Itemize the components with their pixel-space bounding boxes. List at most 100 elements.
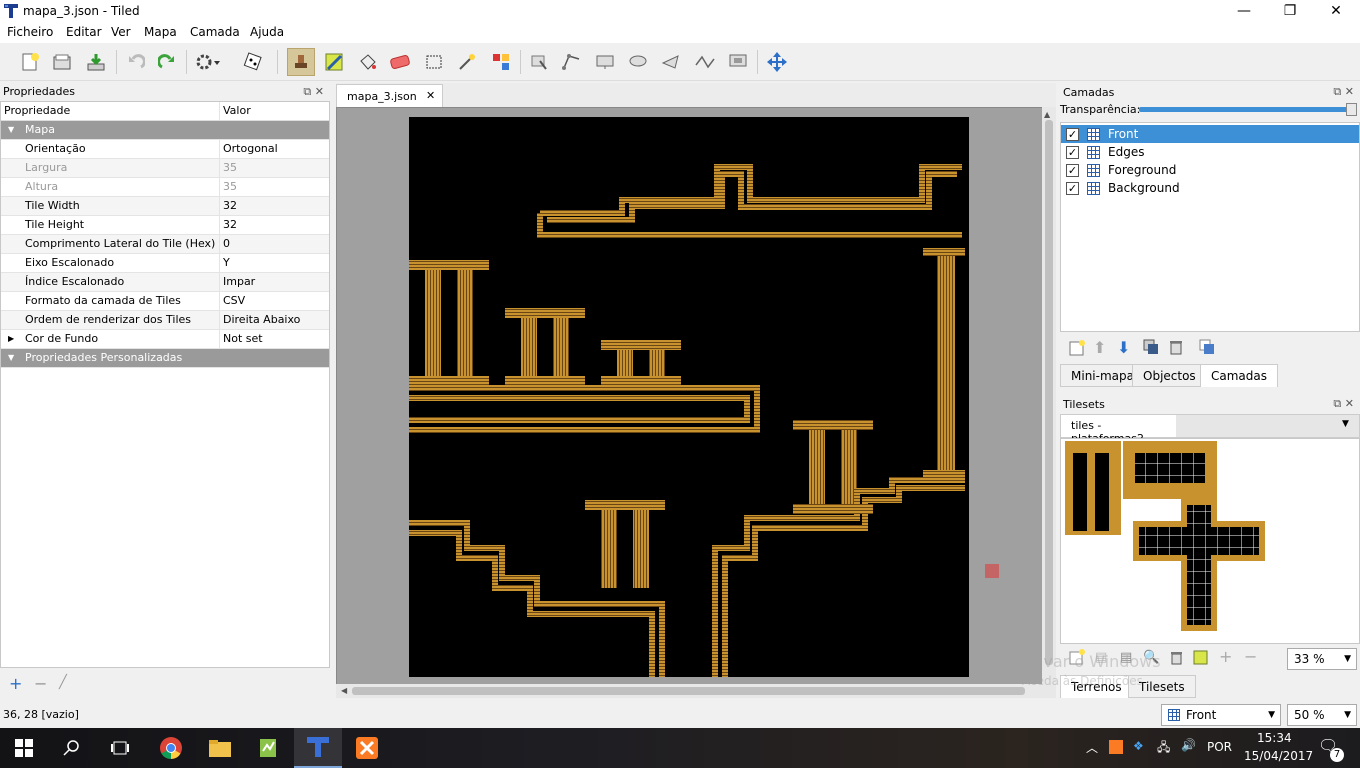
menu-ficheiro[interactable]: Ficheiro — [7, 25, 53, 39]
layer-row-background[interactable]: ✓ Background — [1061, 179, 1359, 197]
panel-float-close-icons[interactable]: ⧉ ✕ — [1333, 85, 1354, 99]
opacity-slider[interactable] — [1139, 107, 1351, 112]
random-icon[interactable] — [239, 48, 267, 76]
volume-icon[interactable]: 🔊 — [1181, 738, 1196, 752]
property-row[interactable]: Largura 35 — [1, 159, 329, 178]
layer-properties-icon[interactable] — [1199, 339, 1215, 358]
maximize-button[interactable]: ❐ — [1267, 0, 1313, 23]
language-indicator[interactable]: POR — [1207, 740, 1232, 754]
remove-tiles-icon[interactable]: − — [1244, 647, 1257, 666]
scroll-left-icon[interactable]: ◀ — [341, 686, 347, 695]
tileset-menu-arrow-icon[interactable]: ▼ — [1342, 419, 1349, 429]
clock-time[interactable]: 15:34 — [1257, 731, 1292, 745]
lower-layer-icon[interactable]: ⬇ — [1117, 338, 1130, 357]
layer-visibility-checkbox[interactable]: ✓ — [1066, 181, 1079, 195]
layer-row-front[interactable]: ✓ Front — [1061, 125, 1359, 143]
property-value[interactable]: Impar — [220, 273, 255, 291]
tab-mapa-3[interactable]: mapa_3.json ✕ — [336, 84, 443, 107]
tab-camadas[interactable]: Camadas — [1200, 364, 1278, 387]
tileset-zoom-select[interactable]: 33 % ▼ — [1287, 648, 1357, 670]
minimize-button[interactable]: — — [1221, 0, 1267, 23]
panel-float-close-icons[interactable]: ⧉ ✕ — [1333, 397, 1354, 411]
property-row[interactable]: Eixo Escalonado Y — [1, 254, 329, 273]
menu-camada[interactable]: Camada — [190, 25, 240, 39]
property-row[interactable]: Altura 35 — [1, 178, 329, 197]
property-row[interactable]: Formato da camada de Tiles CSV — [1, 292, 329, 311]
expand-arrow-icon[interactable]: ▶ — [8, 330, 14, 348]
opacity-slider-handle[interactable] — [1346, 103, 1357, 116]
property-value[interactable]: 32 — [220, 216, 237, 234]
chrome-icon[interactable] — [147, 728, 195, 768]
rename-property-icon[interactable]: ╱ — [59, 675, 67, 690]
eraser-icon[interactable] — [386, 48, 414, 76]
remove-property-icon[interactable]: − — [34, 674, 47, 693]
property-row[interactable]: ▶ Cor de Fundo Not set — [1, 330, 329, 349]
horizontal-scroll-thumb[interactable] — [352, 687, 1025, 695]
close-window-button[interactable]: ✕ — [1313, 0, 1359, 23]
column-property[interactable]: Propriedade — [1, 102, 220, 120]
property-value[interactable]: 0 — [220, 235, 230, 253]
collapse-arrow-icon[interactable]: ▼ — [8, 349, 14, 367]
property-row[interactable]: Tile Height 32 — [1, 216, 329, 235]
property-value[interactable]: 32 — [220, 197, 237, 215]
edit-polygons-icon[interactable] — [558, 48, 586, 76]
tray-expand-icon[interactable]: ︿ — [1086, 739, 1098, 756]
property-value[interactable]: Ortogonal — [220, 140, 278, 158]
property-row[interactable]: Ordem de renderizar dos Tiles Direita Aba… — [1, 311, 329, 330]
tray-xampp-icon[interactable] — [1109, 740, 1123, 754]
network-icon[interactable]: 🖧 — [1157, 738, 1170, 759]
insert-ellipse-icon[interactable] — [624, 48, 652, 76]
tray-dropbox-icon[interactable]: ❖ — [1133, 739, 1144, 753]
layer-row-foreground[interactable]: ✓ Foreground — [1061, 161, 1359, 179]
move-icon[interactable] — [763, 48, 791, 76]
terrain-brush-icon[interactable] — [320, 48, 348, 76]
property-row[interactable]: Comprimento Lateral do Tile (Hex) 0 — [1, 235, 329, 254]
insert-polyline-icon[interactable] — [691, 48, 719, 76]
insert-tile-icon[interactable] — [724, 48, 752, 76]
task-view-icon[interactable] — [96, 728, 144, 768]
property-value[interactable]: CSV — [220, 292, 245, 310]
xampp-icon[interactable] — [343, 728, 391, 768]
map-zoom-select[interactable]: 50 % ▼ — [1287, 704, 1357, 726]
tiled-taskbar-icon[interactable] — [294, 728, 342, 768]
new-layer-icon[interactable] — [1068, 339, 1086, 360]
property-row[interactable]: Índice Escalonado Impar — [1, 273, 329, 292]
tab-objectos[interactable]: Objectos — [1132, 364, 1207, 387]
stamp-brush-icon[interactable] — [287, 48, 315, 76]
layer-visibility-checkbox[interactable]: ✓ — [1066, 127, 1079, 141]
tab-tileset-plataformas2[interactable]: tiles - plataformas2 — [1061, 415, 1176, 445]
duplicate-layer-icon[interactable] — [1143, 339, 1159, 358]
select-objects-icon[interactable] — [526, 48, 554, 76]
menu-ajuda[interactable]: Ajuda — [250, 25, 284, 39]
column-value[interactable]: Valor — [220, 102, 251, 120]
close-tab-icon[interactable]: ✕ — [426, 89, 435, 102]
raise-layer-icon[interactable]: ⬆ — [1093, 338, 1106, 357]
add-tiles-icon[interactable]: + — [1219, 647, 1232, 666]
delete-layer-icon[interactable] — [1168, 339, 1184, 358]
insert-polygon-icon[interactable] — [657, 48, 685, 76]
menu-mapa[interactable]: Mapa — [144, 25, 177, 39]
menu-editar[interactable]: Editar — [66, 25, 102, 39]
open-icon[interactable] — [48, 48, 76, 76]
group-map-row[interactable]: ▼ Mapa — [1, 121, 329, 140]
menu-ver[interactable]: Ver — [111, 25, 131, 39]
current-layer-select[interactable]: Front ▼ — [1161, 704, 1281, 726]
tileset-view[interactable] — [1060, 438, 1360, 644]
add-property-icon[interactable]: + — [9, 674, 22, 693]
tileset-image[interactable] — [1061, 439, 1360, 644]
new-map-icon[interactable] — [16, 48, 44, 76]
layer-row-edges[interactable]: ✓ Edges — [1061, 143, 1359, 161]
scroll-up-icon[interactable]: ▲ — [1044, 110, 1050, 119]
rect-select-icon[interactable] — [420, 48, 448, 76]
magic-wand-icon[interactable] — [453, 48, 481, 76]
collapse-arrow-icon[interactable]: ▼ — [8, 121, 14, 139]
insert-rectangle-icon[interactable] — [591, 48, 619, 76]
layer-visibility-checkbox[interactable]: ✓ — [1066, 163, 1079, 177]
vertical-scroll-thumb[interactable] — [1045, 120, 1053, 665]
file-explorer-icon[interactable] — [196, 728, 244, 768]
search-icon[interactable] — [48, 728, 96, 768]
group-custom-row[interactable]: ▼ Propriedades Personalizadas — [1, 349, 329, 368]
property-row[interactable]: Orientação Ortogonal — [1, 140, 329, 159]
property-value[interactable]: Not set — [220, 330, 263, 348]
select-same-tile-icon[interactable] — [487, 48, 515, 76]
